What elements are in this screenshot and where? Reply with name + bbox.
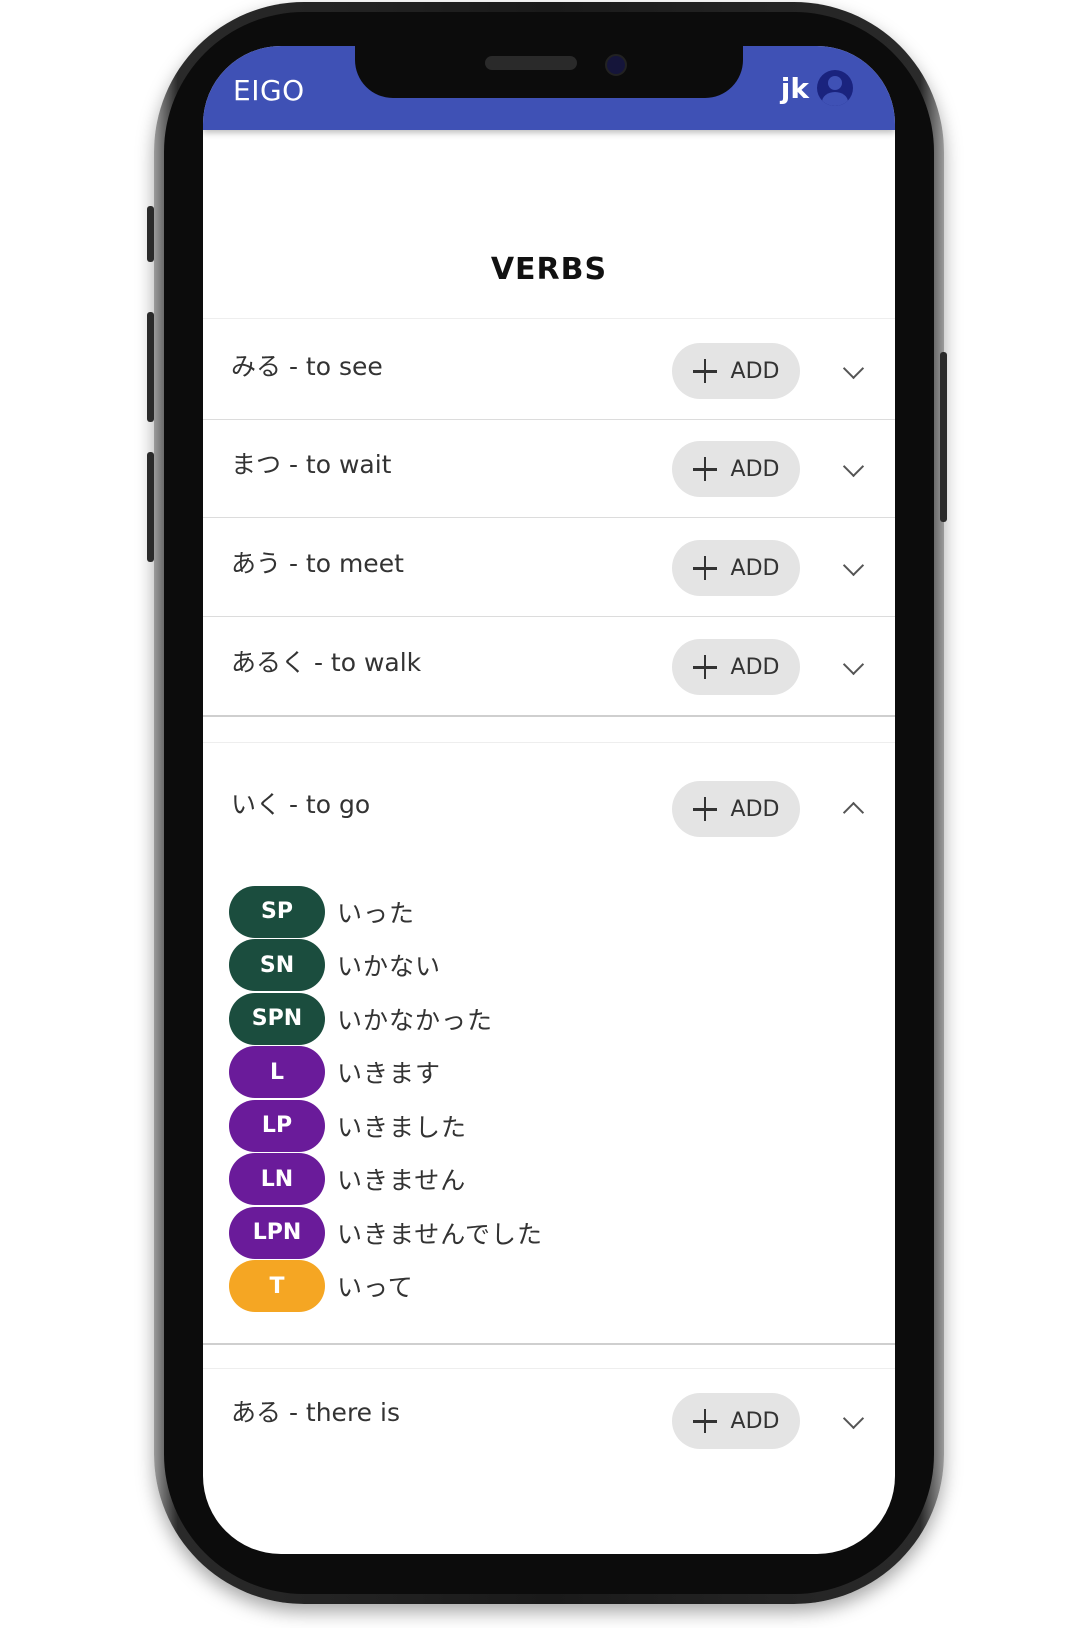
add-button-label: ADD [730,555,780,581]
form-chip: SP [229,885,325,938]
add-button[interactable]: ADD [672,781,800,837]
user-name: jk [780,71,809,105]
plus-icon [692,1409,717,1433]
add-button-label: ADD [730,358,780,384]
add-button-label: ADD [730,654,780,680]
add-button-label: ADD [730,796,780,822]
conjugation-text: いった [337,898,416,928]
list-item: T いって [229,1260,543,1314]
verb-label: まつ - to wait [231,450,392,479]
verb-label: みる - to see [231,352,383,381]
list-item: SPN いかなかった [229,992,543,1046]
conjugation-text: いって [337,1273,414,1303]
verb-card-expanded: いく - to go ADD SP いった SN いかない SPN いかなかった… [203,742,895,1345]
verb-row[interactable]: あるく - to walk ADD [203,615,895,717]
app-title[interactable]: EIGO [233,74,305,107]
verb-label: あるく - to walk [231,648,422,677]
verb-row[interactable]: ある - there is ADD [203,1368,895,1469]
conjugation-text: いきます [337,1059,442,1089]
plus-icon [692,655,717,679]
conjugation-text: いきました [337,1112,468,1142]
chevron-down-icon[interactable] [842,554,865,577]
list-item: LPN いきませんでした [229,1206,543,1260]
verb-row[interactable]: あう - to meet ADD [203,516,895,617]
add-button[interactable]: ADD [672,343,800,399]
add-button-label: ADD [730,456,780,482]
page-title: VERBS [490,252,608,287]
silent-switch [147,206,154,262]
list-item: L いきます [229,1046,543,1100]
form-chip: T [229,1260,325,1313]
add-button[interactable]: ADD [672,639,800,695]
form-chip: LN [229,1153,325,1206]
chevron-down-icon[interactable] [842,357,865,380]
chevron-down-icon[interactable] [842,1407,865,1430]
conjugation-list: SP いった SN いかない SPN いかなかった L いきます LP いきまし… [229,885,543,1313]
verb-row[interactable]: みる - to see ADD [203,318,895,420]
volume-up-button [147,312,154,422]
user-menu[interactable]: jk [781,70,853,106]
form-chip: SPN [229,992,325,1045]
add-button-label: ADD [730,1408,780,1434]
screen: EIGO jk VERBS みる - to see ADD まつ - to wa… [203,46,895,1554]
list-item: LP いきました [229,1099,543,1153]
speaker-grille [485,56,577,70]
verb-row[interactable]: まつ - to wait ADD [203,417,895,518]
list-item: SN いかない [229,939,543,993]
conjugation-text: いかなかった [337,1005,494,1035]
list-item: LN いきません [229,1153,543,1207]
chevron-up-icon[interactable] [842,801,865,824]
front-camera [605,54,627,76]
form-chip: L [229,1046,325,1099]
add-button[interactable]: ADD [672,1393,800,1449]
chevron-down-icon[interactable] [842,455,865,478]
form-chip: LP [229,1099,325,1152]
account-circle-icon[interactable] [817,70,853,106]
volume-down-button [147,452,154,562]
plus-icon [692,797,717,821]
chevron-down-icon[interactable] [842,653,865,676]
conjugation-text: いきません [337,1166,467,1196]
verb-label: ある - there is [231,1398,400,1427]
plus-icon [692,556,717,580]
add-button[interactable]: ADD [672,441,800,497]
power-button [940,352,947,522]
form-chip: SN [229,939,325,992]
add-button[interactable]: ADD [672,540,800,596]
notch [355,46,743,98]
list-item: SP いった [229,885,543,939]
conjugation-text: いかない [337,952,442,982]
verb-label: いく - to go [231,790,371,819]
verb-label: あう - to meet [231,549,404,578]
plus-icon [692,359,717,383]
verb-row-expanded-header[interactable]: いく - to go ADD [203,743,895,843]
form-chip: LPN [229,1206,325,1259]
conjugation-text: いきませんでした [337,1219,544,1249]
plus-icon [692,457,717,481]
